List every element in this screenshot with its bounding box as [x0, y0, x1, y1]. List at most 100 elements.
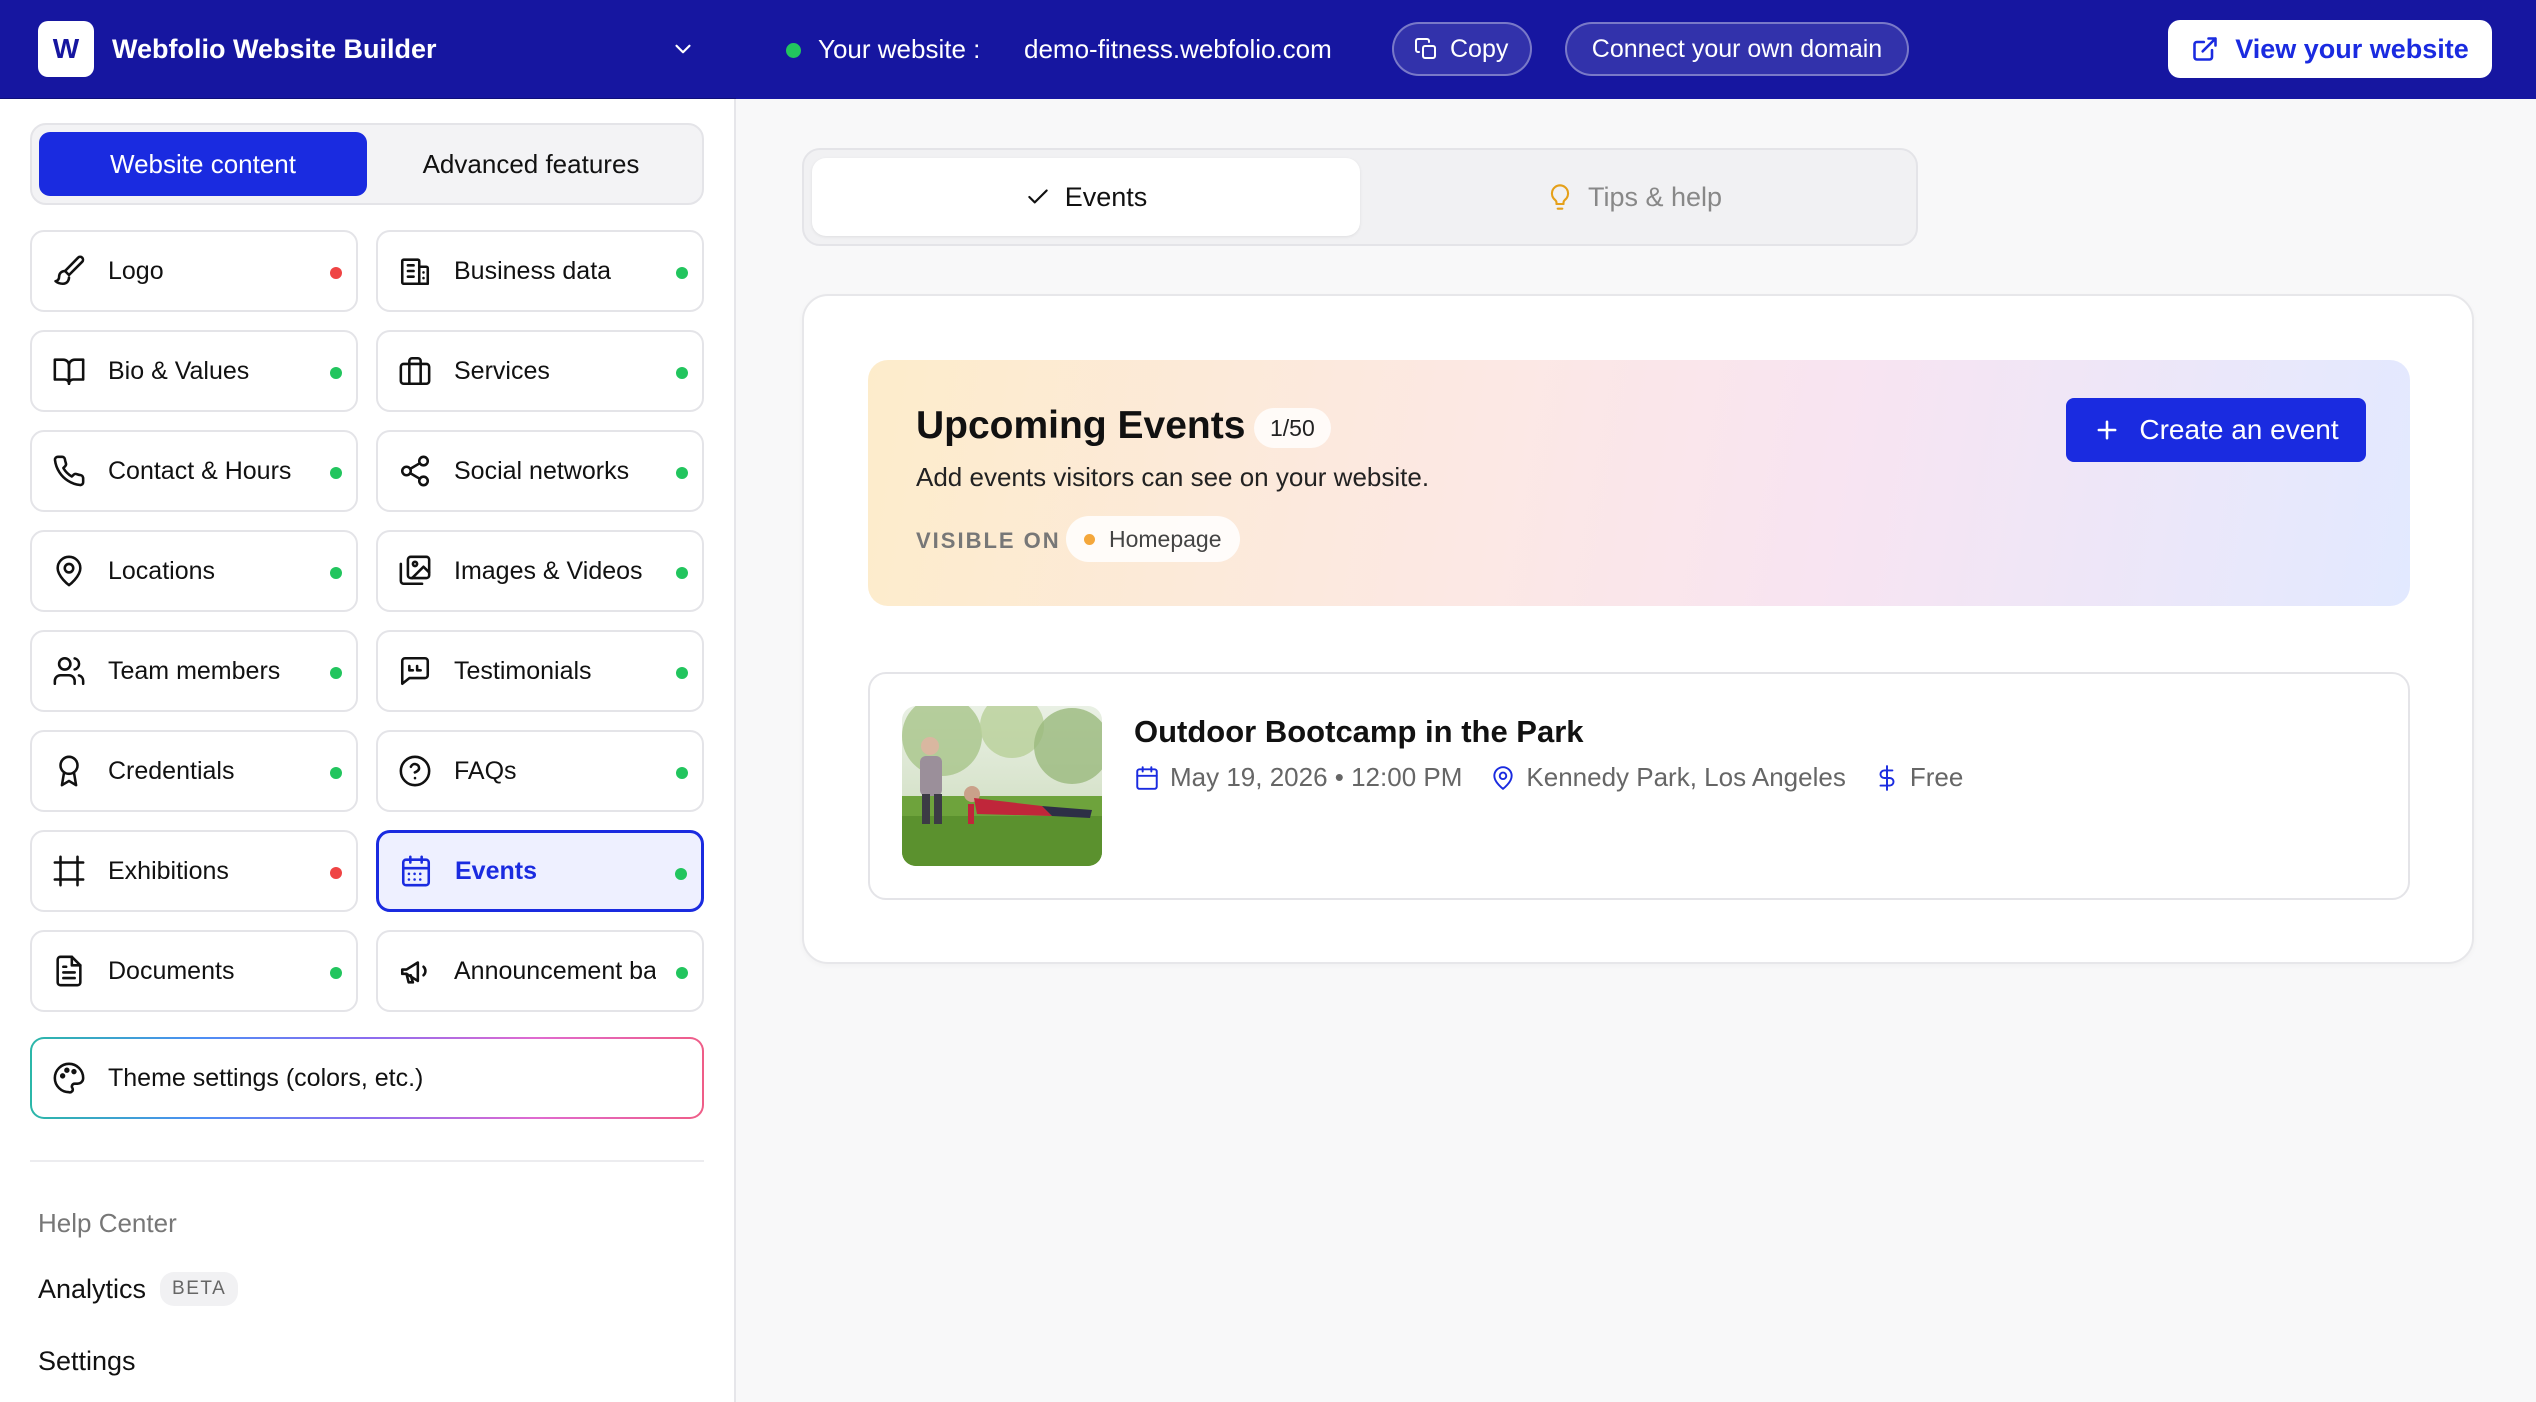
sidebar: W Webfolio Website Builder Website conte… [0, 0, 736, 1402]
sidebar-item-bio-values[interactable]: Bio & Values [30, 330, 358, 412]
tab-advanced-features[interactable]: Advanced features [367, 132, 695, 196]
sidebar-item-label: Contact & Hours [108, 456, 292, 485]
sidebar-item-label: Images & Videos [454, 556, 643, 585]
status-dot-green [330, 567, 342, 579]
sidebar-item-label: Announcement bar [454, 956, 656, 985]
tab-events[interactable]: Events [812, 158, 1360, 236]
visible-on-chip: Homepage [1066, 516, 1240, 562]
sidebar-item-faqs[interactable]: FAQs [376, 730, 704, 812]
frame-icon [52, 854, 86, 888]
content-section-grid: Logo Business data Bio & Values Services [30, 230, 704, 1012]
copy-url-button[interactable]: Copy [1392, 22, 1532, 76]
create-event-button[interactable]: Create an event [2066, 398, 2366, 462]
analytics-label: Analytics [38, 1273, 147, 1304]
sidebar-item-announcement-bar[interactable]: Announcement bar [376, 930, 704, 1012]
megaphone-icon [398, 954, 432, 988]
status-dot-green [330, 767, 342, 779]
sidebar-item-label: Locations [108, 556, 216, 585]
sidebar-item-logo[interactable]: Logo [30, 230, 358, 312]
external-link-icon [2191, 35, 2219, 63]
page-title: Upcoming Events [916, 404, 1246, 447]
view-website-label: View your website [2235, 33, 2469, 64]
status-dot-green [330, 967, 342, 979]
help-center-link[interactable]: Help Center [38, 1208, 177, 1239]
status-dot-green [676, 567, 688, 579]
users-icon [52, 654, 86, 688]
status-dot-green [676, 367, 688, 379]
sidebar-item-label: Business data [454, 256, 612, 285]
tab-tips-help-label: Tips & help [1587, 181, 1723, 212]
app-switcher[interactable]: W Webfolio Website Builder [0, 0, 736, 99]
status-dot-green [675, 868, 687, 880]
status-dot-red [330, 267, 342, 279]
sidebar-item-social-networks[interactable]: Social networks [376, 430, 704, 512]
map-pin-icon [52, 554, 86, 588]
sidebar-item-credentials[interactable]: Credentials [30, 730, 358, 812]
view-website-button[interactable]: View your website [2168, 20, 2492, 78]
event-price: Free [1874, 762, 1963, 793]
settings-link[interactable]: Settings [38, 1346, 136, 1377]
sidebar-item-images-videos[interactable]: Images & Videos [376, 530, 704, 612]
top-bar: Your website : demo-fitness.webfolio.com… [736, 0, 2536, 99]
page-subtitle: Add events visitors can see on your webs… [916, 462, 1430, 492]
check-icon [1025, 184, 1051, 210]
lightbulb-icon [1546, 183, 1574, 211]
status-dot-green [676, 467, 688, 479]
sidebar-item-team-members[interactable]: Team members [30, 630, 358, 712]
connect-domain-button[interactable]: Connect your own domain [1565, 22, 1909, 76]
paintbrush-icon [52, 254, 86, 288]
sidebar-item-label: Logo [108, 256, 164, 285]
events-card: Upcoming Events 1/50 Add events visitors… [802, 294, 2474, 964]
sidebar-item-label: Documents [108, 956, 235, 985]
sidebar-item-label: Team members [108, 656, 281, 685]
main-tabs: Events Tips & help [802, 148, 1918, 246]
sidebar-divider [30, 1160, 704, 1162]
sidebar-item-label: FAQs [454, 756, 517, 785]
event-list-item[interactable]: Outdoor Bootcamp in the Park May 19, 202… [868, 672, 2410, 900]
sidebar-item-testimonials[interactable]: Testimonials [376, 630, 704, 712]
calendar-icon [399, 854, 433, 888]
quote-icon [398, 654, 432, 688]
status-dot-green [330, 667, 342, 679]
events-hero: Upcoming Events 1/50 Add events visitors… [868, 360, 2410, 606]
sidebar-item-contact-hours[interactable]: Contact & Hours [30, 430, 358, 512]
homepage-dot [1084, 533, 1095, 545]
chevron-down-icon[interactable] [670, 36, 696, 62]
tab-tips-help[interactable]: Tips & help [1360, 158, 1908, 236]
sidebar-item-services[interactable]: Services [376, 330, 704, 412]
sidebar-item-events[interactable]: Events [376, 830, 704, 912]
create-event-label: Create an event [2139, 414, 2339, 445]
phone-icon [52, 454, 86, 488]
tab-events-label: Events [1064, 181, 1148, 212]
briefcase-icon [398, 354, 432, 388]
copy-icon [1414, 37, 1438, 61]
visible-on-value: Homepage [1109, 525, 1222, 552]
book-open-icon [52, 354, 86, 388]
theme-settings-label: Theme settings (colors, etc.) [108, 1063, 424, 1092]
event-meta: May 19, 2026 • 12:00 PM Kennedy Park, Lo… [1134, 762, 1991, 793]
sidebar-item-documents[interactable]: Documents [30, 930, 358, 1012]
images-icon [398, 554, 432, 588]
status-dot-green [676, 667, 688, 679]
event-location-text: Kennedy Park, Los Angeles [1526, 762, 1846, 792]
file-text-icon [52, 954, 86, 988]
event-date: May 19, 2026 • 12:00 PM [1134, 762, 1462, 793]
calendar-icon [1134, 765, 1170, 791]
sidebar-item-locations[interactable]: Locations [30, 530, 358, 612]
website-status-dot [786, 43, 801, 58]
status-dot-red [330, 867, 342, 879]
status-dot-green [676, 267, 688, 279]
sidebar-item-exhibitions[interactable]: Exhibitions [30, 830, 358, 912]
building-icon [398, 254, 432, 288]
sidebar-item-business-data[interactable]: Business data [376, 230, 704, 312]
beta-badge: BETA [160, 1272, 239, 1306]
share-icon [398, 454, 432, 488]
palette-icon [52, 1061, 86, 1095]
event-count-badge: 1/50 [1254, 408, 1331, 448]
sidebar-segmented-control: Website content Advanced features [30, 123, 704, 205]
sidebar-item-label: Exhibitions [108, 856, 229, 885]
analytics-link[interactable]: Analytics BETA [38, 1272, 239, 1306]
theme-settings-button[interactable]: Theme settings (colors, etc.) [30, 1037, 704, 1119]
tab-website-content[interactable]: Website content [39, 132, 367, 196]
plus-icon [2093, 416, 2121, 444]
